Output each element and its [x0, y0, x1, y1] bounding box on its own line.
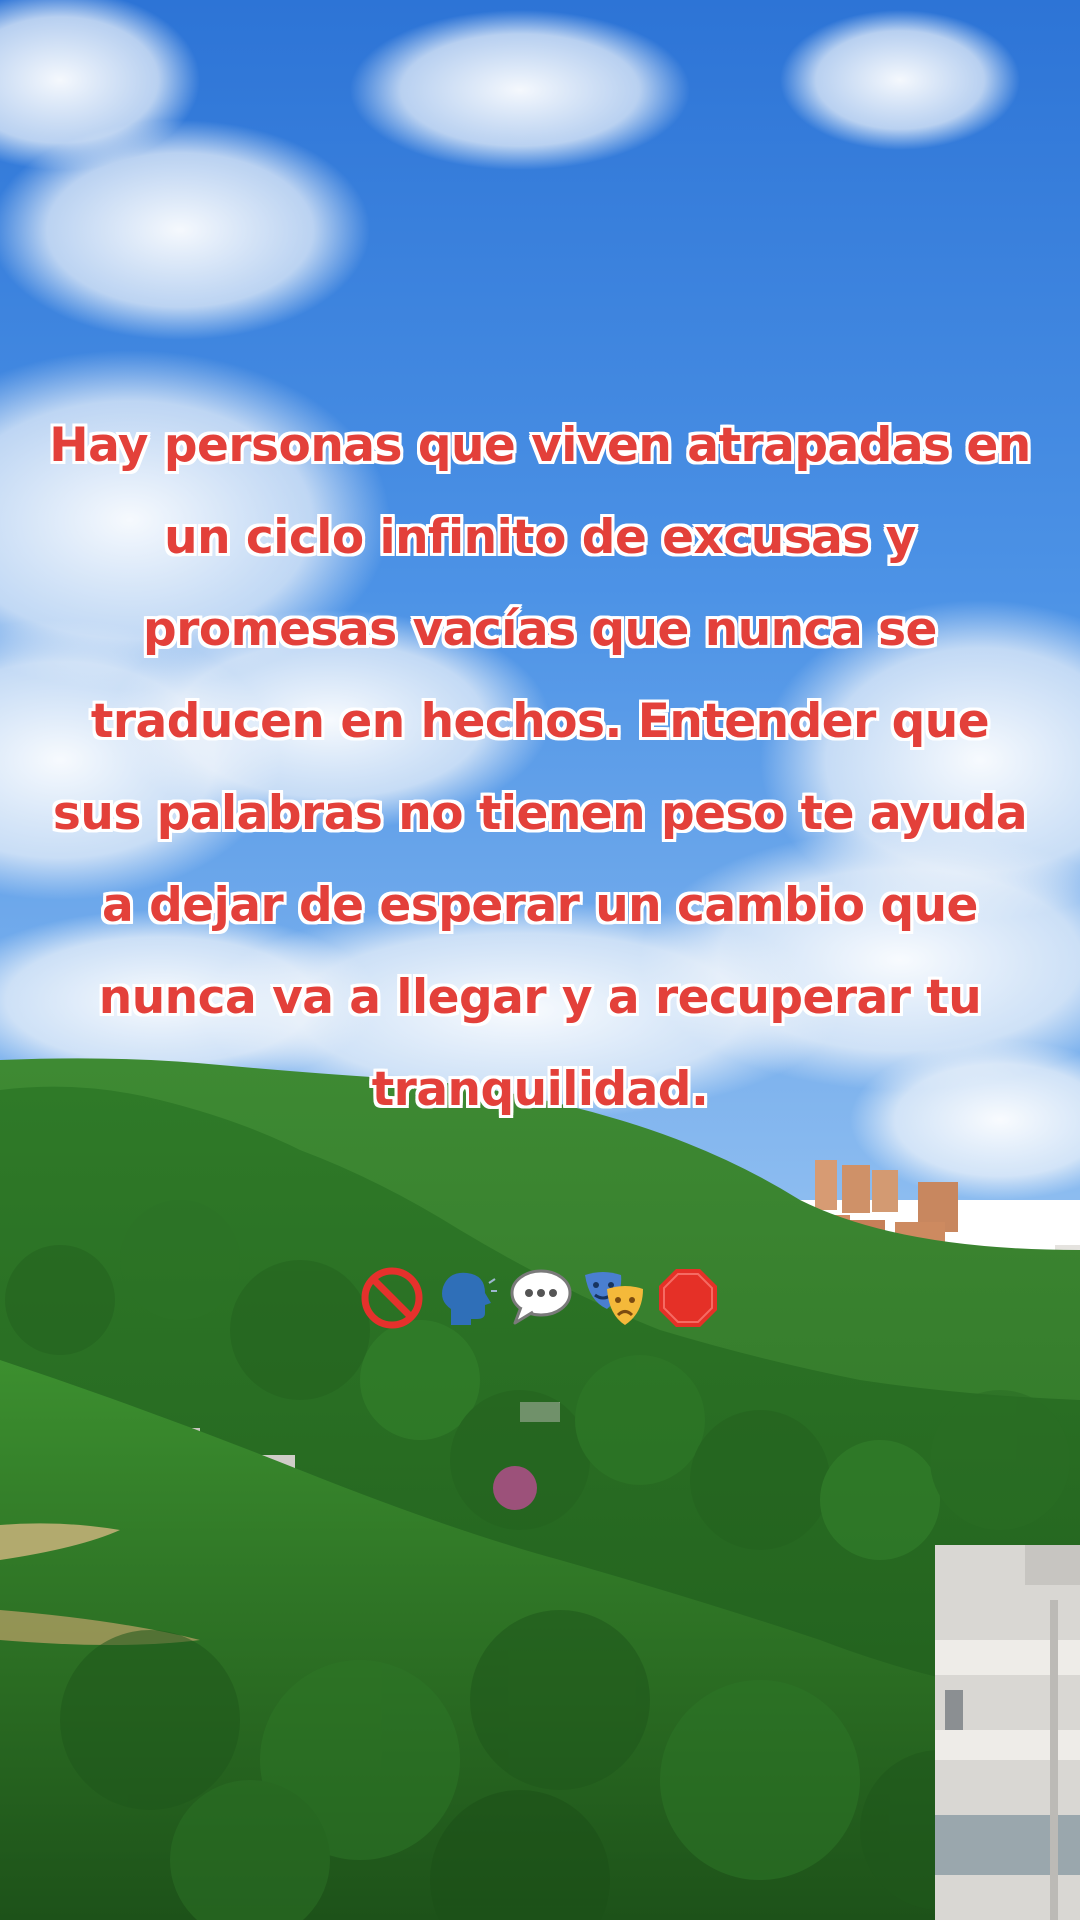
foreground-building: [935, 1545, 1080, 1920]
emoji-row: [0, 1263, 1080, 1333]
stop-sign-icon: [653, 1263, 723, 1333]
quote-text: Hay personas que viven atrapadas en un c…: [49, 418, 1031, 1117]
prohibited-icon: [357, 1263, 427, 1333]
speech-balloon-icon: [505, 1263, 575, 1333]
quote-overlay: Hay personas que viven atrapadas en un c…: [40, 400, 1040, 1136]
performing-arts-icon: [579, 1263, 649, 1333]
speaking-head-icon: [431, 1263, 501, 1333]
